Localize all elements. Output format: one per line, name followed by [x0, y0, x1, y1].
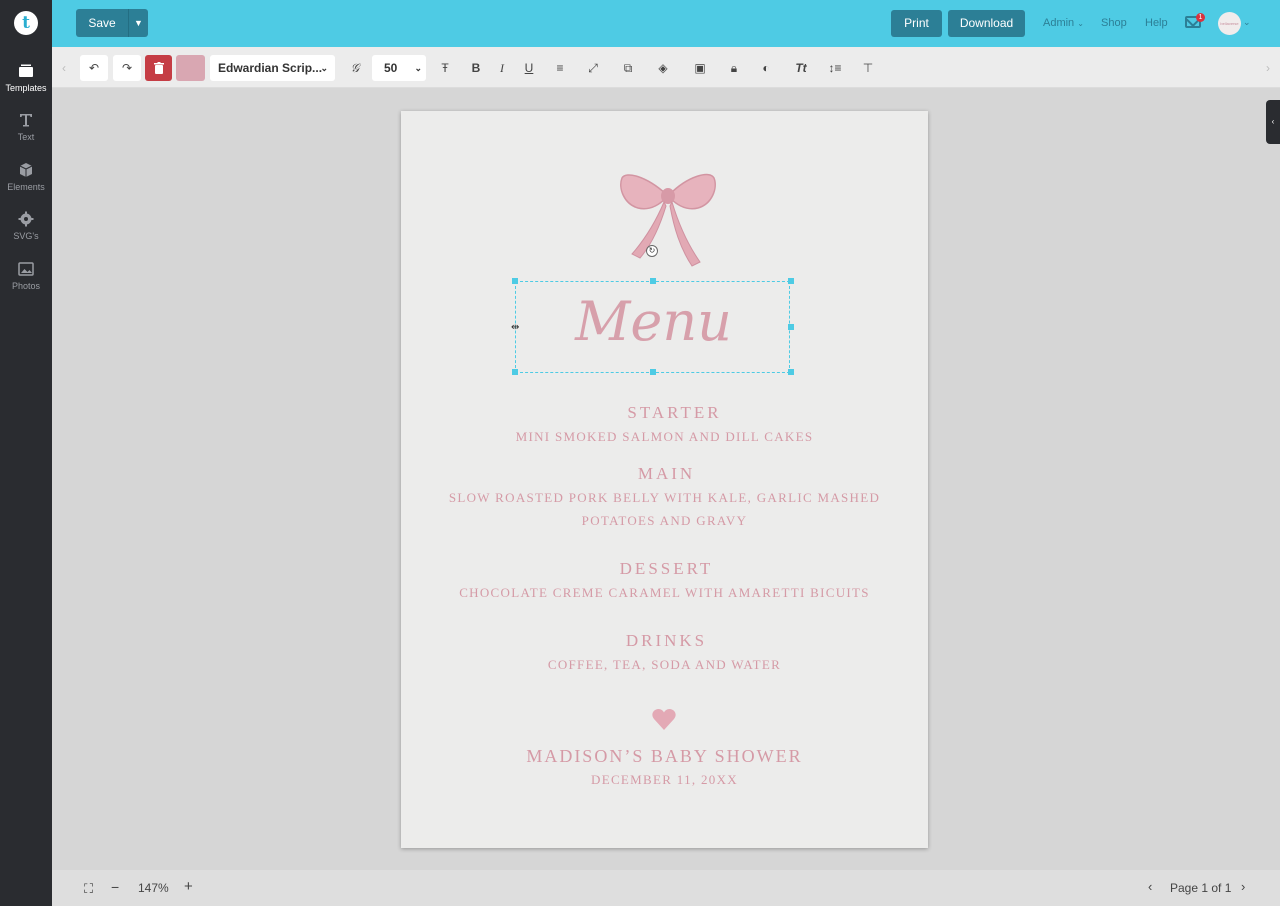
templates-icon — [19, 64, 33, 77]
editor-toolbar: ‹ ↶ ↷ Edwardian Scrip... ⌄ 𝒢 50 ⌄ Ŧ B I … — [52, 47, 1280, 88]
section-heading[interactable]: MAIN — [403, 464, 930, 484]
sidebar-item-text[interactable]: Text — [0, 112, 52, 142]
font-family-select[interactable]: Edwardian Scrip... ⌄ — [210, 55, 335, 81]
save-options-chevron-down-icon[interactable]: ▼ — [128, 9, 148, 37]
resize-icon[interactable]: ⤢ — [583, 55, 603, 81]
zoom-level: 147% — [138, 881, 169, 895]
text-icon — [20, 114, 32, 127]
event-name[interactable]: MADISON’S BABY SHOWER — [401, 746, 928, 767]
help-link[interactable]: Help — [1145, 17, 1168, 29]
lock-icon[interactable]: 🔒︎ — [724, 55, 744, 81]
zoom-in-icon[interactable]: + — [184, 878, 193, 895]
cube-icon — [19, 163, 33, 177]
duplicate-icon[interactable]: ⧉ — [618, 55, 638, 81]
resize-handle[interactable] — [788, 369, 794, 375]
scroll-left-chevron-icon[interactable]: ‹ — [56, 55, 72, 81]
section-heading[interactable]: DESSERT — [403, 559, 930, 579]
sidebar-item-label: Photos — [11, 281, 41, 291]
resize-handle[interactable] — [512, 278, 518, 284]
next-page-chevron-icon[interactable]: › — [1241, 879, 1245, 894]
undo-icon[interactable]: ↶ — [80, 55, 108, 81]
font-size-input[interactable]: 50 ⌄ — [372, 55, 426, 81]
pink-bow-image[interactable] — [616, 166, 720, 274]
shop-link[interactable]: Shop — [1101, 17, 1127, 29]
section-heading[interactable]: DRINKS — [403, 631, 930, 651]
app-logo-icon[interactable]: t — [14, 11, 38, 35]
text-height-icon[interactable]: Ŧ — [434, 55, 456, 81]
font-style-icon[interactable]: 𝒢 — [344, 55, 366, 81]
avatar[interactable]: bellaverse — [1218, 12, 1241, 35]
bottom-bar: ⛶ − 147% + ‹ Page 1 of 1 › — [52, 870, 1280, 906]
save-button-group: Save ▼ — [76, 9, 148, 37]
notification-badge: 1 — [1196, 13, 1205, 22]
shape-icon[interactable]: ▣ — [690, 55, 710, 81]
underline-button[interactable]: U — [519, 55, 539, 81]
resize-handle[interactable] — [788, 278, 794, 284]
resize-cursor-icon: ⇹ — [511, 322, 520, 333]
selected-text-box[interactable]: Menu ⇹ — [511, 278, 794, 375]
save-button[interactable]: Save — [76, 9, 128, 37]
chevron-down-icon[interactable]: ⌄ — [1243, 17, 1251, 28]
section-item[interactable]: POTATOES AND GRAVY — [401, 513, 928, 529]
menu-title[interactable]: Menu — [516, 290, 791, 353]
sidebar-item-elements[interactable]: Elements — [0, 162, 52, 192]
fullscreen-icon[interactable]: ⛶ — [84, 881, 93, 897]
zoom-out-icon[interactable]: − — [111, 879, 119, 895]
sidebar-item-label: SVG's — [13, 231, 39, 241]
italic-button[interactable]: I — [492, 55, 512, 81]
bold-button[interactable]: B — [466, 55, 486, 81]
prev-page-chevron-icon[interactable]: ‹ — [1148, 879, 1152, 894]
section-item[interactable]: MINI SMOKED SALMON AND DILL CAKES — [401, 429, 928, 445]
panel-collapse-chevron-icon[interactable]: ‹ — [1266, 100, 1280, 144]
admin-menu[interactable]: Admin ⌄ — [1043, 17, 1084, 29]
line-spacing-icon[interactable]: ↕≡ — [825, 55, 845, 81]
print-button[interactable]: Print — [891, 10, 942, 37]
font-family-value: Edwardian Scrip... — [218, 61, 323, 75]
rotate-handle-icon[interactable]: ↻ — [646, 245, 658, 257]
chevron-down-icon: ⌄ — [320, 63, 328, 73]
event-date[interactable]: DECEMBER 11, 20XX — [401, 772, 928, 788]
resize-handle[interactable] — [512, 369, 518, 375]
top-bar: t Save ▼ Print Download Admin ⌄ Shop Hel… — [0, 0, 1280, 47]
section-heading[interactable]: STARTER — [411, 403, 938, 423]
photo-icon — [18, 262, 34, 276]
sidebar-item-svgs[interactable]: SVG's — [0, 211, 52, 241]
text-transform-icon[interactable]: ⊤ — [858, 55, 878, 81]
left-sidebar: Templates Text Elements SVG's Photos — [0, 47, 52, 906]
sidebar-item-label: Text — [17, 132, 35, 142]
section-item[interactable]: CHOCOLATE CREME CARAMEL WITH AMARETTI BI… — [401, 585, 928, 601]
layers-icon[interactable]: ◈ — [653, 55, 673, 81]
download-button[interactable]: Download — [948, 10, 1025, 37]
sidebar-item-label: Elements — [7, 182, 45, 192]
align-center-icon[interactable]: ≡ — [550, 55, 570, 81]
sidebar-item-templates[interactable]: Templates — [0, 63, 52, 93]
scroll-right-chevron-icon[interactable]: › — [1260, 55, 1276, 81]
heart-icon[interactable] — [652, 709, 676, 730]
resize-handle[interactable] — [650, 369, 656, 375]
resize-handle[interactable] — [650, 278, 656, 284]
design-page[interactable]: ↻ Menu ⇹ STARTER MINI SMOKED SALMON AND … — [401, 111, 928, 848]
opacity-icon[interactable]: ◐ — [756, 55, 776, 81]
gear-icon — [18, 211, 34, 227]
text-case-button[interactable]: Tt — [791, 55, 811, 81]
redo-icon[interactable]: ↷ — [113, 55, 141, 81]
chevron-down-icon: ⌄ — [414, 63, 422, 73]
sidebar-item-label: Templates — [5, 83, 47, 93]
section-item[interactable]: SLOW ROASTED PORK BELLY WITH KALE, GARLI… — [401, 490, 928, 506]
delete-trash-icon[interactable] — [145, 55, 172, 81]
logo-cell: t — [0, 0, 52, 47]
fill-color-swatch[interactable] — [176, 55, 205, 81]
section-item[interactable]: COFFEE, TEA, SODA AND WATER — [401, 657, 928, 673]
resize-handle[interactable] — [788, 324, 794, 330]
page-indicator: Page 1 of 1 — [1170, 881, 1232, 895]
sidebar-item-photos[interactable]: Photos — [0, 261, 52, 291]
font-size-value: 50 — [384, 61, 398, 75]
admin-label: Admin — [1043, 17, 1075, 29]
chevron-down-icon: ⌄ — [1077, 19, 1084, 28]
